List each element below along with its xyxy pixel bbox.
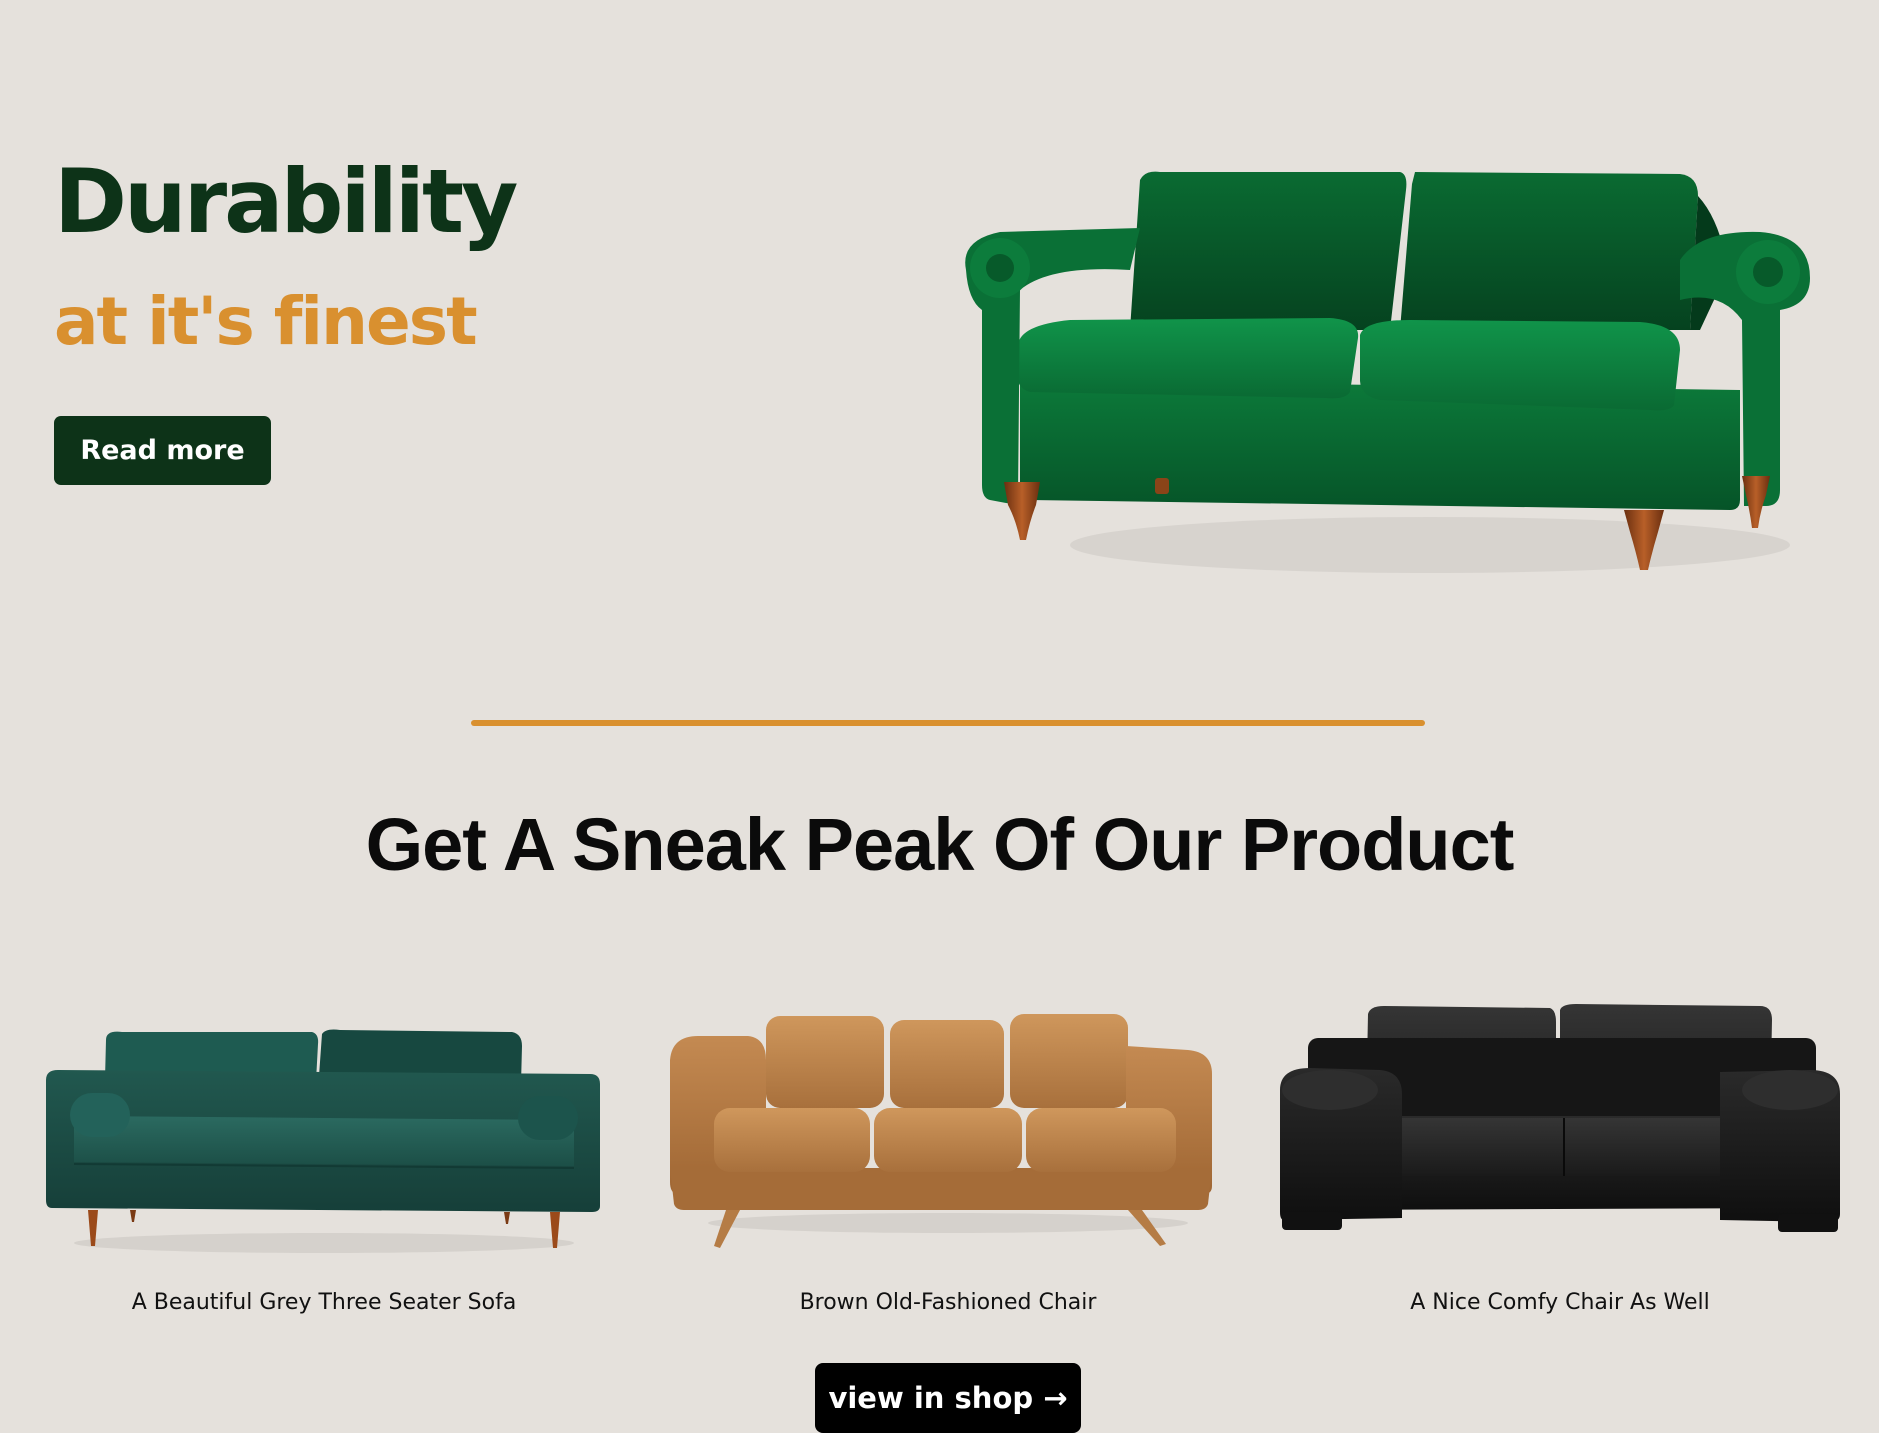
section-divider <box>471 720 1425 726</box>
tan-leather-sofa-image <box>670 1014 1212 1248</box>
green-sofa-image <box>965 171 1810 573</box>
read-more-button[interactable]: Read more <box>54 416 271 485</box>
product-caption[interactable]: Brown Old-Fashioned Chair <box>668 1290 1228 1316</box>
hero-subtitle: at it's finest <box>54 283 478 360</box>
black-leather-sofa-image <box>1280 1004 1840 1232</box>
view-in-shop-button[interactable]: view in shop → <box>815 1363 1081 1433</box>
product-caption[interactable]: A Beautiful Grey Three Seater Sofa <box>44 1290 604 1316</box>
hero-title: Durability <box>54 150 518 253</box>
product-card[interactable]: Brown Old-Fashioned Chair <box>668 998 1228 1320</box>
product-card[interactable]: A Nice Comfy Chair As Well <box>1280 998 1840 1320</box>
section-title: Get A Sneak Peak Of Our Product <box>365 803 1515 886</box>
product-card[interactable]: A Beautiful Grey Three Seater Sofa <box>44 998 604 1320</box>
teal-sofa-image <box>46 1029 600 1253</box>
product-caption[interactable]: A Nice Comfy Chair As Well <box>1280 1290 1840 1316</box>
